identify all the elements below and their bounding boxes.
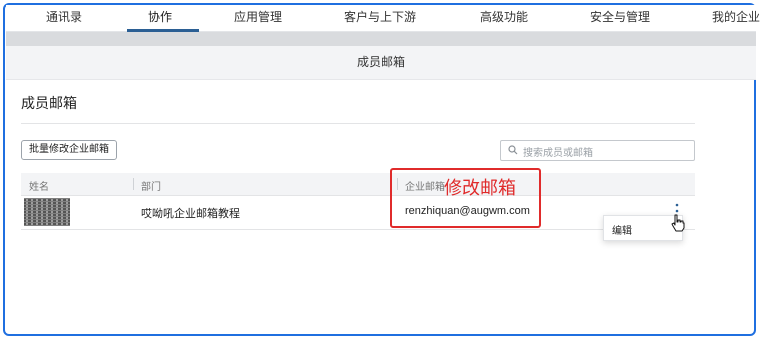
- tab-my-enterprise[interactable]: 我的企业: [712, 8, 760, 25]
- search-icon: [508, 145, 518, 155]
- top-navigation: 通讯录 协作 应用管理 客户与上下游 高级功能 安全与管理 我的企业: [6, 5, 760, 32]
- department-cell: 哎呦吼企业邮箱教程: [141, 207, 240, 220]
- menu-item-edit[interactable]: 编辑: [612, 222, 632, 237]
- table-header: 姓名 部门 企业邮箱: [21, 173, 695, 196]
- tab-security-management[interactable]: 安全与管理: [590, 8, 650, 25]
- column-header-name: 姓名: [29, 182, 49, 193]
- hand-cursor-icon: [671, 214, 685, 232]
- tab-advanced-features[interactable]: 高级功能: [480, 8, 528, 25]
- tab-customers-upstream-downstream[interactable]: 客户与上下游: [344, 8, 416, 25]
- tab-app-management[interactable]: 应用管理: [234, 8, 282, 25]
- column-header-department: 部门: [141, 182, 161, 193]
- section-title: 成员邮箱: [21, 96, 77, 112]
- page-title: 成员邮箱: [6, 46, 756, 80]
- avatar: [24, 198, 70, 226]
- table-row: 哎呦吼企业邮箱教程 renzhiquan@augwm.com: [21, 196, 695, 230]
- search-placeholder: 搜索成员或邮箱: [523, 148, 593, 159]
- divider: [21, 123, 695, 124]
- annotation-label: 修改邮箱: [444, 178, 516, 199]
- search-input[interactable]: 搜索成员或邮箱: [500, 140, 695, 161]
- column-separator: [133, 178, 134, 190]
- header-band: [6, 32, 756, 46]
- tab-collaboration[interactable]: 协作: [148, 8, 172, 25]
- batch-edit-email-button[interactable]: 批量修改企业邮箱: [21, 140, 117, 160]
- tab-contacts[interactable]: 通讯录: [46, 8, 82, 25]
